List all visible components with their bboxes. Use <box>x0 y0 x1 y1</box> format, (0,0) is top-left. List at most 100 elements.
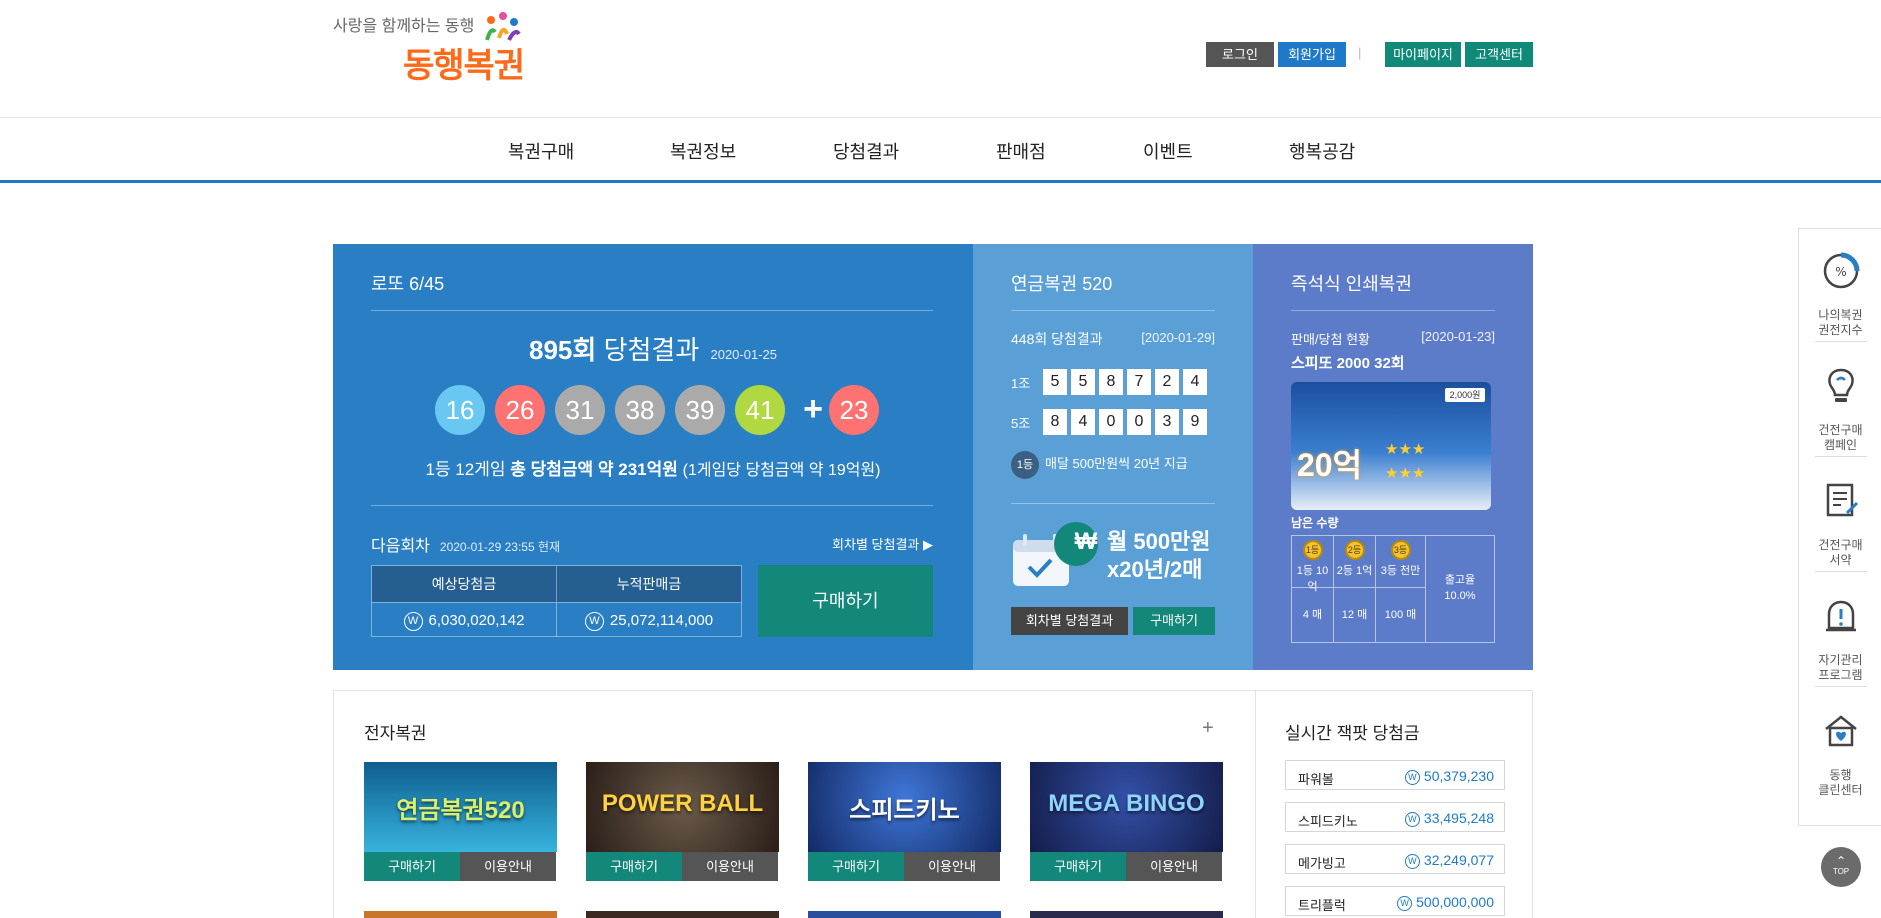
game-buy-button[interactable]: 구매하기 <box>364 852 460 881</box>
speetto-card-image[interactable]: 2,000원 20억 ★★★ ★★★ <box>1291 382 1491 510</box>
quick-item-clean-center[interactable]: 동행 클린센터 <box>1799 689 1881 804</box>
nav-item-stores[interactable]: 판매점 <box>996 138 1046 164</box>
lotto-ball: 31 <box>555 385 605 435</box>
won-icon: W <box>584 611 604 631</box>
remaining-label: 남은 수량 <box>1291 516 1339 530</box>
lotto-ball: 39 <box>675 385 725 435</box>
lotto-prize-summary: 1등 12게임 총 당첨금액 약 231억원 (1게임당 당첨금액 약 19억원… <box>333 455 973 480</box>
round-results-link[interactable]: 회차별 당첨결과 ▶ <box>832 534 933 553</box>
join-button[interactable]: 회원가입 <box>1278 42 1346 67</box>
won-icon: W <box>1397 896 1413 911</box>
jackpot-name: 스피드키노 <box>1298 814 1358 829</box>
game-title: 연금복권520 <box>396 797 525 824</box>
jackpot-item[interactable]: 트리플럭 W 500,000,000 <box>1285 886 1505 916</box>
lotto-ball: 26 <box>495 385 545 435</box>
label-line: 건전구매 <box>1818 538 1863 552</box>
pension-date: [2020-01-29] <box>1141 330 1215 345</box>
game-buy-button[interactable]: 구매하기 <box>808 852 904 881</box>
pension-promo: ₩ 월 500만원 x20년/2매 <box>1011 522 1221 596</box>
nav-item-results[interactable]: 당첨결과 <box>833 138 899 164</box>
instant-title[interactable]: 즉석식 인쇄복권 <box>1291 270 1412 296</box>
pension-results-button[interactable]: 회차별 당첨결과 <box>1011 607 1128 635</box>
instant-game-name[interactable]: 스피또 2000 32회 <box>1291 352 1405 373</box>
count-cell: 12 매 <box>1334 588 1376 642</box>
lotto-bonus-ball: 23 <box>829 385 879 435</box>
game-info-button[interactable]: 이용안내 <box>682 852 778 881</box>
game-title: POWER BALL <box>601 790 764 817</box>
house-heart-icon <box>1825 715 1857 747</box>
game-image[interactable]: 연금복권520 <box>364 762 557 852</box>
accumulated-value: 25,072,114,000 <box>609 612 714 629</box>
lotto-buy-button[interactable]: 구매하기 <box>758 565 933 637</box>
next-round-label: 다음회차 <box>371 538 430 555</box>
game-image[interactable]: MEGA BINGO <box>1030 762 1223 852</box>
game-card-pension: 연금복권520 구매하기 이용안내 <box>364 762 557 882</box>
lotto-title[interactable]: 로또 6/45 <box>371 270 444 296</box>
game-info-button[interactable]: 이용안내 <box>904 852 1000 881</box>
game-image-partial <box>808 911 1001 918</box>
lotto-ball: 41 <box>735 385 785 435</box>
quick-item-self-care[interactable]: 자기관리 프로그램 <box>1799 574 1881 689</box>
release-cell: 출고율 10.0% <box>1426 572 1494 604</box>
nav-item-info[interactable]: 복권정보 <box>670 138 736 164</box>
nav-item-events[interactable]: 이벤트 <box>1143 138 1193 164</box>
logo-people-icon <box>485 12 521 41</box>
won-icon: W <box>403 611 423 631</box>
nav-item-buy[interactable]: 복권구매 <box>508 138 574 164</box>
quick-item-my-index[interactable]: % 나의복권 권전지수 <box>1799 229 1881 344</box>
site-logo[interactable]: 사랑을 함께하는 동행 동행복권 <box>333 10 533 85</box>
arrow-up-icon: ⌃ <box>1835 854 1847 868</box>
jackpot-amount: 50,379,230 <box>1423 768 1494 784</box>
lower-section: 전자복권 + 연금복권520 구매하기 이용안내 POWER BALL 구매하기… <box>333 690 1533 918</box>
game-buy-button[interactable]: 구매하기 <box>1030 852 1126 881</box>
game-info-button[interactable]: 이용안내 <box>1126 852 1222 881</box>
quick-item-campaign[interactable]: 건전구매 캠페인 <box>1799 344 1881 459</box>
pension-panel: 연금복권 520 448회 당첨결과 [2020-01-29] 1조 5 5 8… <box>973 244 1253 670</box>
game-info-button[interactable]: 이용안내 <box>460 852 556 881</box>
divider <box>1291 310 1495 311</box>
pension-digit: 0 <box>1099 409 1123 435</box>
jackpot-name: 트리플럭 <box>1298 898 1346 913</box>
scroll-top-button[interactable]: ⌃ TOP <box>1821 847 1861 887</box>
lotto-draw-title: 895회 당첨결과 2020-01-25 <box>333 330 973 367</box>
game-card-speedkeno: 스피드키노 구매하기 이용안내 <box>808 762 1001 882</box>
pension-info-text: 매달 500만원씩 20년 지급 <box>1045 456 1188 471</box>
divider <box>371 505 933 506</box>
pension-buy-button[interactable]: 구매하기 <box>1133 607 1215 635</box>
medal-icon: 2등 <box>1344 540 1365 560</box>
pension-title[interactable]: 연금복권 520 <box>1011 270 1112 296</box>
divider <box>1815 686 1867 687</box>
pension-row-1: 1조 5 5 8 7 2 4 <box>1011 369 1215 395</box>
pension-digit: 5 <box>1071 369 1095 395</box>
pension-digit: 7 <box>1127 369 1151 395</box>
lotto-result-label: 당첨결과 <box>603 335 700 365</box>
rank-cell: 2등 2등 1억 <box>1334 536 1376 588</box>
document-pen-icon <box>1826 483 1859 517</box>
jackpot-item[interactable]: 메가빙고 W 32,249,077 <box>1285 844 1505 874</box>
jackpot-value: W 500,000,000 <box>1397 894 1494 911</box>
hero-section: 로또 6/45 895회 당첨결과 2020-01-25 16 26 31 38… <box>333 244 1533 670</box>
divider <box>1815 341 1867 342</box>
prize-total: 총 당첨금액 약 231억원 <box>510 460 678 479</box>
accumulated-cell: W 25,072,114,000 <box>557 602 741 637</box>
pension-digit: 4 <box>1183 369 1207 395</box>
jackpot-item[interactable]: 파워볼 W 50,379,230 <box>1285 760 1505 790</box>
nav-item-happiness[interactable]: 행복공감 <box>1289 138 1355 164</box>
count-cell: 4 매 <box>1292 588 1334 642</box>
more-plus-icon[interactable]: + <box>1202 717 1214 740</box>
game-image[interactable]: POWER BALL <box>586 762 779 852</box>
mypage-button[interactable]: 마이페이지 <box>1385 42 1461 67</box>
main-nav: 복권구매 복권정보 당첨결과 판매점 이벤트 행복공감 <box>0 118 1881 183</box>
jackpot-item[interactable]: 스피드키노 W 33,495,248 <box>1285 802 1505 832</box>
login-button[interactable]: 로그인 <box>1206 42 1274 67</box>
svg-text:%: % <box>1835 265 1846 279</box>
instant-date: [2020-01-23] <box>1421 329 1495 344</box>
game-image-partial <box>364 911 557 918</box>
game-image[interactable]: 스피드키노 <box>808 762 1001 852</box>
label-line: 캠페인 <box>1823 438 1858 452</box>
quick-item-pledge[interactable]: 건전구매 서약 <box>1799 459 1881 574</box>
customer-center-button[interactable]: 고객센터 <box>1465 42 1533 67</box>
label-line: 권전지수 <box>1818 323 1863 337</box>
game-buy-button[interactable]: 구매하기 <box>586 852 682 881</box>
jackpot-name: 파워볼 <box>1298 772 1334 787</box>
